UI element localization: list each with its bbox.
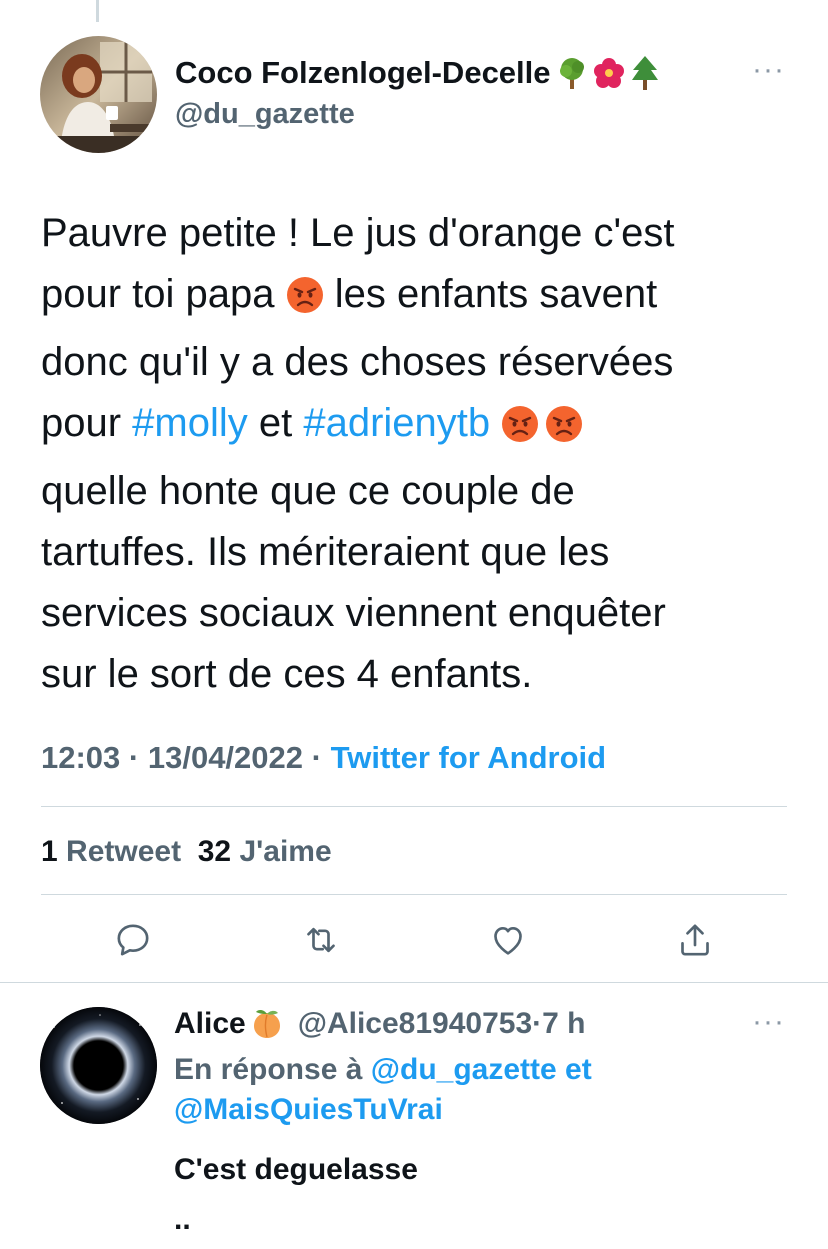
divider xyxy=(41,806,787,807)
reply-header: Alice @Alice81940753 · 7 h xyxy=(174,1004,586,1044)
reply-body-continuation: .. xyxy=(174,1203,191,1236)
reply-icon xyxy=(117,924,149,956)
share-button[interactable] xyxy=(673,918,717,962)
reply-context-prefix: En réponse à xyxy=(174,1053,371,1086)
author-display-name-text: Coco Folzenlogel-Decelle xyxy=(175,55,551,90)
tree-emoji-icon xyxy=(557,57,587,89)
likes-count: 32 xyxy=(197,835,232,868)
retweets-count: 1 xyxy=(41,835,58,868)
tweet-text-line: pour #molly et #adrienytb xyxy=(41,393,801,461)
tweet-text-line: donc qu'il y a des choses réservées xyxy=(41,340,674,384)
tweet-body: Pauvre petite ! Le jus d'orange c'est po… xyxy=(41,203,801,705)
reply-more-options-icon[interactable]: ··· xyxy=(752,1007,785,1037)
tweet-text-line: pour toi papa les enfants savent xyxy=(41,264,801,332)
author-avatar-image xyxy=(40,36,157,153)
retweets-label: Retweet xyxy=(66,835,182,868)
tweet-text-line: services sociaux viennent enquêter xyxy=(41,591,666,635)
angry-face-emoji-icon xyxy=(286,271,324,332)
tweet-metadata: 12:03 · 13/04/2022 · Twitter for Android xyxy=(41,738,606,778)
divider xyxy=(41,894,787,895)
tweet-stats: 1 Retweet 32 J'aime xyxy=(41,832,332,872)
mention-link[interactable]: @du_gazette xyxy=(371,1053,557,1086)
tweet-text-line: quelle honte que ce couple de xyxy=(41,469,575,513)
more-options-icon[interactable]: ··· xyxy=(752,55,785,85)
reply-body: C'est deguelasse xyxy=(174,1153,418,1186)
meta-separator: · xyxy=(303,740,331,775)
tweet-text-line: tartuffes. Ils mériteraient que les xyxy=(41,530,610,574)
tweet-time[interactable]: 12:03 xyxy=(41,740,120,775)
author-handle[interactable]: @du_gazette xyxy=(175,97,659,131)
tweet-text-segment: les enfants savent xyxy=(323,272,658,316)
hashtag-link[interactable]: #molly xyxy=(132,401,248,445)
tweet-source-link[interactable]: Twitter for Android xyxy=(331,740,607,775)
tweet-text-segment: et xyxy=(247,401,304,445)
retweet-button[interactable] xyxy=(299,918,343,962)
meta-separator: · xyxy=(120,740,148,775)
tweet-text-segment: pour toi papa xyxy=(41,272,275,316)
tweet-text-line: sur le sort de ces 4 enfants. xyxy=(41,652,533,696)
hibiscus-emoji-icon xyxy=(593,57,625,89)
meta-separator: · xyxy=(532,1007,543,1040)
likes-label: J'aime xyxy=(239,835,332,868)
author-info: Coco Folzenlogel-Decelle @du_gazette xyxy=(175,55,659,131)
angry-face-emoji-icon xyxy=(501,400,539,461)
main-tweet: Coco Folzenlogel-Decelle @du_gazette ···… xyxy=(0,0,828,980)
peach-emoji-icon xyxy=(250,1007,284,1041)
reply-context-line: En réponse à @du_gazette et xyxy=(174,1050,592,1090)
angry-face-emoji-icon xyxy=(545,400,583,461)
evergreen-tree-emoji-icon xyxy=(631,56,659,90)
tweet-actions-bar xyxy=(0,918,828,962)
like-button[interactable] xyxy=(486,918,530,962)
mention-link[interactable]: @MaisQuiesTuVrai xyxy=(174,1090,592,1130)
reply-avatar-image xyxy=(40,1007,157,1124)
like-icon xyxy=(494,927,522,955)
tweet-date[interactable]: 13/04/2022 xyxy=(148,740,303,775)
reply-handle[interactable]: @Alice81940753 xyxy=(298,1004,532,1044)
reply-time[interactable]: 7 h xyxy=(542,1004,585,1044)
reply-context-and[interactable]: et xyxy=(557,1053,592,1086)
retweet-icon xyxy=(307,927,335,953)
reply-button[interactable] xyxy=(111,918,155,962)
tweet-text-line: Pauvre petite ! Le jus d'orange c'est xyxy=(41,211,675,255)
hashtag-link[interactable]: #adrienytb xyxy=(303,401,490,445)
reply-context: En réponse à @du_gazette et @MaisQuiesTu… xyxy=(174,1050,592,1130)
reply-display-name[interactable]: Alice xyxy=(174,1004,246,1044)
author-avatar[interactable] xyxy=(40,36,157,153)
share-icon xyxy=(681,924,709,956)
retweets-stat[interactable]: 1 Retweet xyxy=(41,835,181,868)
reply-author-avatar[interactable] xyxy=(40,1007,157,1124)
section-divider xyxy=(0,982,828,983)
tweet-text-segment: pour xyxy=(41,401,133,445)
author-display-name[interactable]: Coco Folzenlogel-Decelle xyxy=(175,55,659,91)
likes-stat[interactable]: 32 J'aime xyxy=(198,835,332,868)
